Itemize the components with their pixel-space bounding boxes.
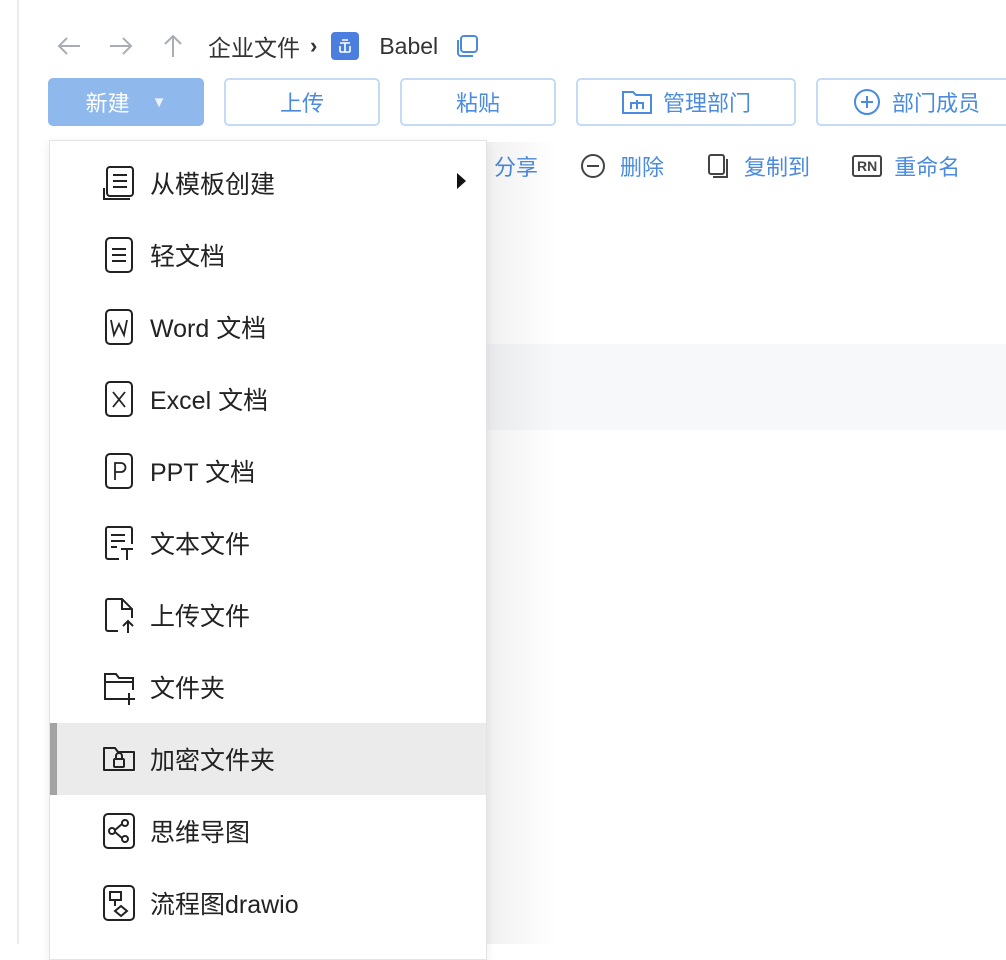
menu-item-label: 从模板创建 [150,171,276,199]
toolbar: 新建 ▼ 上传 粘贴 管理部门 部门成员 [48,78,1006,128]
menu-item-label: Word 文档 [150,315,267,343]
new-dropdown-menu: 从模板创建 轻文档 Word 文档 Excel 文档 PPT 文档 文本文件 上… [49,140,487,960]
rename-action[interactable]: RN 重命名 [852,150,960,182]
breadcrumb-root[interactable]: 企业文件 [208,29,300,63]
menu-item-from-template[interactable]: 从模板创建 [50,147,486,219]
excel-doc-icon [100,379,138,419]
dropdown-shadow [486,142,556,944]
menu-item-ppt-doc[interactable]: PPT 文档 [50,435,486,507]
menu-item-label: PPT 文档 [150,459,256,487]
delete-action[interactable]: 删除 [580,150,664,182]
copy-to-label: 复制到 [744,155,811,180]
copy-to-icon [708,154,729,178]
department-members-button[interactable]: 部门成员 [816,78,1006,126]
encrypted-folder-icon [100,739,138,779]
menu-item-label: 思维导图 [150,819,251,847]
menu-item-flowchart-drawio[interactable]: 流程图drawio [50,867,486,939]
menu-item-mindmap[interactable]: 思维导图 [50,795,486,867]
paste-button[interactable]: 粘贴 [400,78,556,126]
ppt-doc-icon [100,451,138,491]
upload-button[interactable]: 上传 [224,78,380,126]
delete-minus-icon [581,154,606,178]
copy-path-icon[interactable] [454,33,480,59]
upload-button-label: 上传 [279,91,324,116]
department-space-icon [331,32,360,60]
menu-item-word-doc[interactable]: Word 文档 [50,291,486,363]
menu-item-excel-doc[interactable]: Excel 文档 [50,363,486,435]
new-button[interactable]: 新建 ▼ [48,78,204,126]
light-doc-icon [100,235,138,275]
menu-item-folder[interactable]: 文件夹 [50,651,486,723]
department-folder-icon [621,91,652,114]
paste-button-label: 粘贴 [455,91,500,116]
menu-item-label: 文件夹 [150,675,226,703]
menu-item-label: 文本文件 [150,531,251,559]
manage-department-button[interactable]: 管理部门 [576,78,796,126]
flowchart-icon [100,883,138,923]
add-circle-icon [853,89,880,115]
department-members-label: 部门成员 [891,91,980,116]
back-arrow-icon[interactable] [52,29,86,63]
file-actions-bar: 分享 删除 复制到 RN 重命名 [494,150,1002,182]
text-file-icon [100,523,138,563]
menu-item-encrypted-folder[interactable]: 加密文件夹 [50,723,486,795]
breadcrumb: 企业文件 › Babel [52,28,480,64]
breadcrumb-current: Babel [379,32,439,59]
menu-item-label: Excel 文档 [150,387,269,415]
caret-down-icon: ▼ [151,93,167,111]
file-list-row [486,344,1006,430]
breadcrumb-separator: › [310,33,318,58]
word-doc-icon [100,307,138,347]
menu-item-label: 轻文档 [150,243,226,271]
rename-icon: RN [852,155,883,177]
delete-label: 删除 [620,155,665,180]
new-button-label: 新建 [85,91,130,116]
menu-item-text-file[interactable]: 文本文件 [50,507,486,579]
left-divider [17,0,19,944]
manage-department-label: 管理部门 [662,91,751,116]
rename-label: 重命名 [894,155,961,180]
upload-file-icon [100,595,138,635]
copy-to-action[interactable]: 复制到 [706,150,810,182]
submenu-arrow-icon [457,173,466,189]
menu-item-label: 加密文件夹 [150,747,276,775]
menu-item-label: 流程图drawio [150,891,299,919]
menu-item-label: 上传文件 [150,603,251,631]
mindmap-icon [100,811,138,851]
up-arrow-icon[interactable] [156,29,190,63]
forward-arrow-icon[interactable] [104,29,138,63]
menu-item-light-doc[interactable]: 轻文档 [50,219,486,291]
menu-item-upload-file[interactable]: 上传文件 [50,579,486,651]
template-icon [100,163,138,203]
new-folder-icon [100,667,138,707]
